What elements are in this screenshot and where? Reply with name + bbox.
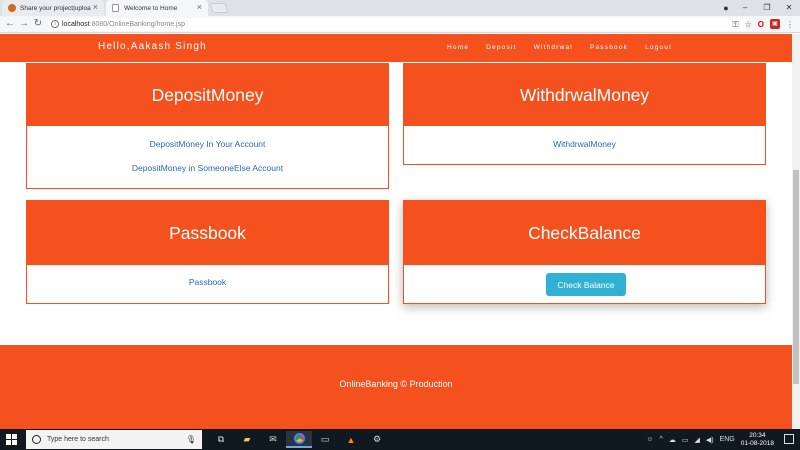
windows-start-icon[interactable] [6,434,17,445]
clock[interactable]: 20:34 01-08-2018 [741,432,774,448]
tab-welcome-home[interactable]: Welcome to Home × [106,0,208,16]
cortana-icon [32,435,41,444]
language-indicator[interactable]: ENG [720,436,735,443]
profile-icon[interactable]: ● [718,0,734,16]
notification-icon[interactable] [784,434,794,444]
nav-passbook[interactable]: Passbook [590,44,628,51]
tab-share-project[interactable]: Share your project|uploa × [2,0,104,16]
back-icon[interactable]: ← [4,18,16,30]
close-window-icon[interactable]: ✕ [778,0,800,16]
nav-deposit[interactable]: Deposit [486,44,516,51]
close-icon[interactable]: × [93,2,98,12]
scrollbar-thumb[interactable] [793,170,799,384]
check-balance-button[interactable]: Check Balance [546,273,626,296]
forward-icon[interactable]: → [18,18,30,30]
url-path: :8080/OnlineBanking/home.jsp [89,21,185,28]
onedrive-icon[interactable]: ☁ [669,436,676,444]
address-bar[interactable]: i localhost:8080/OnlineBanking/home.jsp [48,18,746,31]
key-icon[interactable]: ⚿ [733,18,739,31]
taskbar-search[interactable]: Type here to search 🎙 [26,430,202,449]
new-tab-button[interactable] [209,3,229,13]
taskbar-apps: ⧉ ▰ ✉ ▭ ▲ ⚙ [208,431,390,448]
nav-home[interactable]: Home [447,44,469,51]
system-tray: ☺ ^ ☁ ▭ ◢ ◀) ENG 20:34 01-08-2018 [646,429,774,450]
menu-icon[interactable]: ⋮ [786,18,794,31]
passbook-link[interactable]: Passbook [27,277,388,287]
mail-icon[interactable]: ✉ [260,431,286,448]
people-icon[interactable]: ☺ [646,436,653,443]
deposit-someone-else-link[interactable]: DepositMoney in SomeoneElse Account [27,163,388,173]
deposit-card-title: DepositMoney [27,64,388,126]
restore-icon[interactable]: ❐ [756,0,778,16]
clock-date: 01-08-2018 [740,439,774,447]
chevron-up-icon[interactable]: ^ [660,436,663,443]
footer-text: OnlineBanking © Production [339,379,453,389]
window-controls: ● – ❐ ✕ [718,0,800,16]
star-icon[interactable]: ☆ [745,18,752,31]
site-footer: OnlineBanking © Production [0,345,792,429]
reload-icon[interactable]: ↻ [32,18,44,30]
info-icon[interactable]: i [51,20,59,28]
browser-toolbar: ← → ↻ i localhost:8080/OnlineBanking/hom… [0,16,800,33]
page-icon [112,4,119,12]
withdraw-card: WithdrwalMoney WithdrwalMoney [403,63,766,165]
network-icon[interactable]: ◢ [694,436,699,444]
volume-icon[interactable]: ◀) [706,436,714,444]
windows-taskbar: Type here to search 🎙 ⧉ ▰ ✉ ▭ ▲ ⚙ ☺ ^ ☁ … [0,429,800,450]
nav-logout[interactable]: Logout [645,44,672,51]
user-greeting: Hello,Aakash Singh [98,41,207,52]
vlc-icon[interactable]: ▲ [338,431,364,448]
minimize-icon[interactable]: – [734,0,756,16]
file-explorer-icon[interactable]: ▰ [234,431,260,448]
close-icon[interactable]: × [197,2,202,12]
clock-time: 20:34 [749,431,766,439]
site-navbar: Hello,Aakash Singh Home Deposit Withdrwa… [0,34,792,62]
chrome-app[interactable] [286,431,312,448]
deposit-own-account-link[interactable]: DepositMoney In Your Account [27,139,388,149]
nav-withdrwal[interactable]: Withdrwal [534,44,573,51]
tab-title: Welcome to Home [124,4,178,12]
settings-gear-icon[interactable]: ⚙ [364,431,390,448]
page-scrollbar[interactable] [792,34,800,429]
nav-links: Home Deposit Withdrwal Passbook Logout [447,44,689,51]
withdraw-card-title: WithdrwalMoney [404,64,765,126]
battery-icon[interactable]: ▭ [682,436,689,444]
check-balance-card-title: CheckBalance [404,201,765,265]
page-viewport: Hello,Aakash Singh Home Deposit Withdrwa… [0,34,792,429]
check-balance-card: CheckBalance Check Balance [403,200,766,304]
toolbar-icons: ⚿ ☆ O ▣ ⋮ [733,18,794,31]
passbook-card: Passbook Passbook [26,200,389,304]
site-favicon-icon [8,4,16,12]
search-placeholder: Type here to search [47,436,109,443]
microphone-icon[interactable]: 🎙 [186,435,196,444]
chrome-icon [293,433,305,444]
passbook-card-title: Passbook [27,201,388,265]
task-view-icon[interactable]: ⧉ [208,431,234,448]
url-host: localhost [62,21,90,28]
computer-icon[interactable]: ▭ [312,431,338,448]
withdraw-money-link[interactable]: WithdrwalMoney [404,139,765,149]
opera-extension-icon[interactable]: O [758,18,764,31]
extension-icon[interactable]: ▣ [770,19,780,29]
deposit-card: DepositMoney DepositMoney In Your Accoun… [26,63,389,189]
tab-title: Share your project|uploa [20,4,91,12]
browser-tabstrip: Share your project|uploa × Welcome to Ho… [0,0,800,16]
